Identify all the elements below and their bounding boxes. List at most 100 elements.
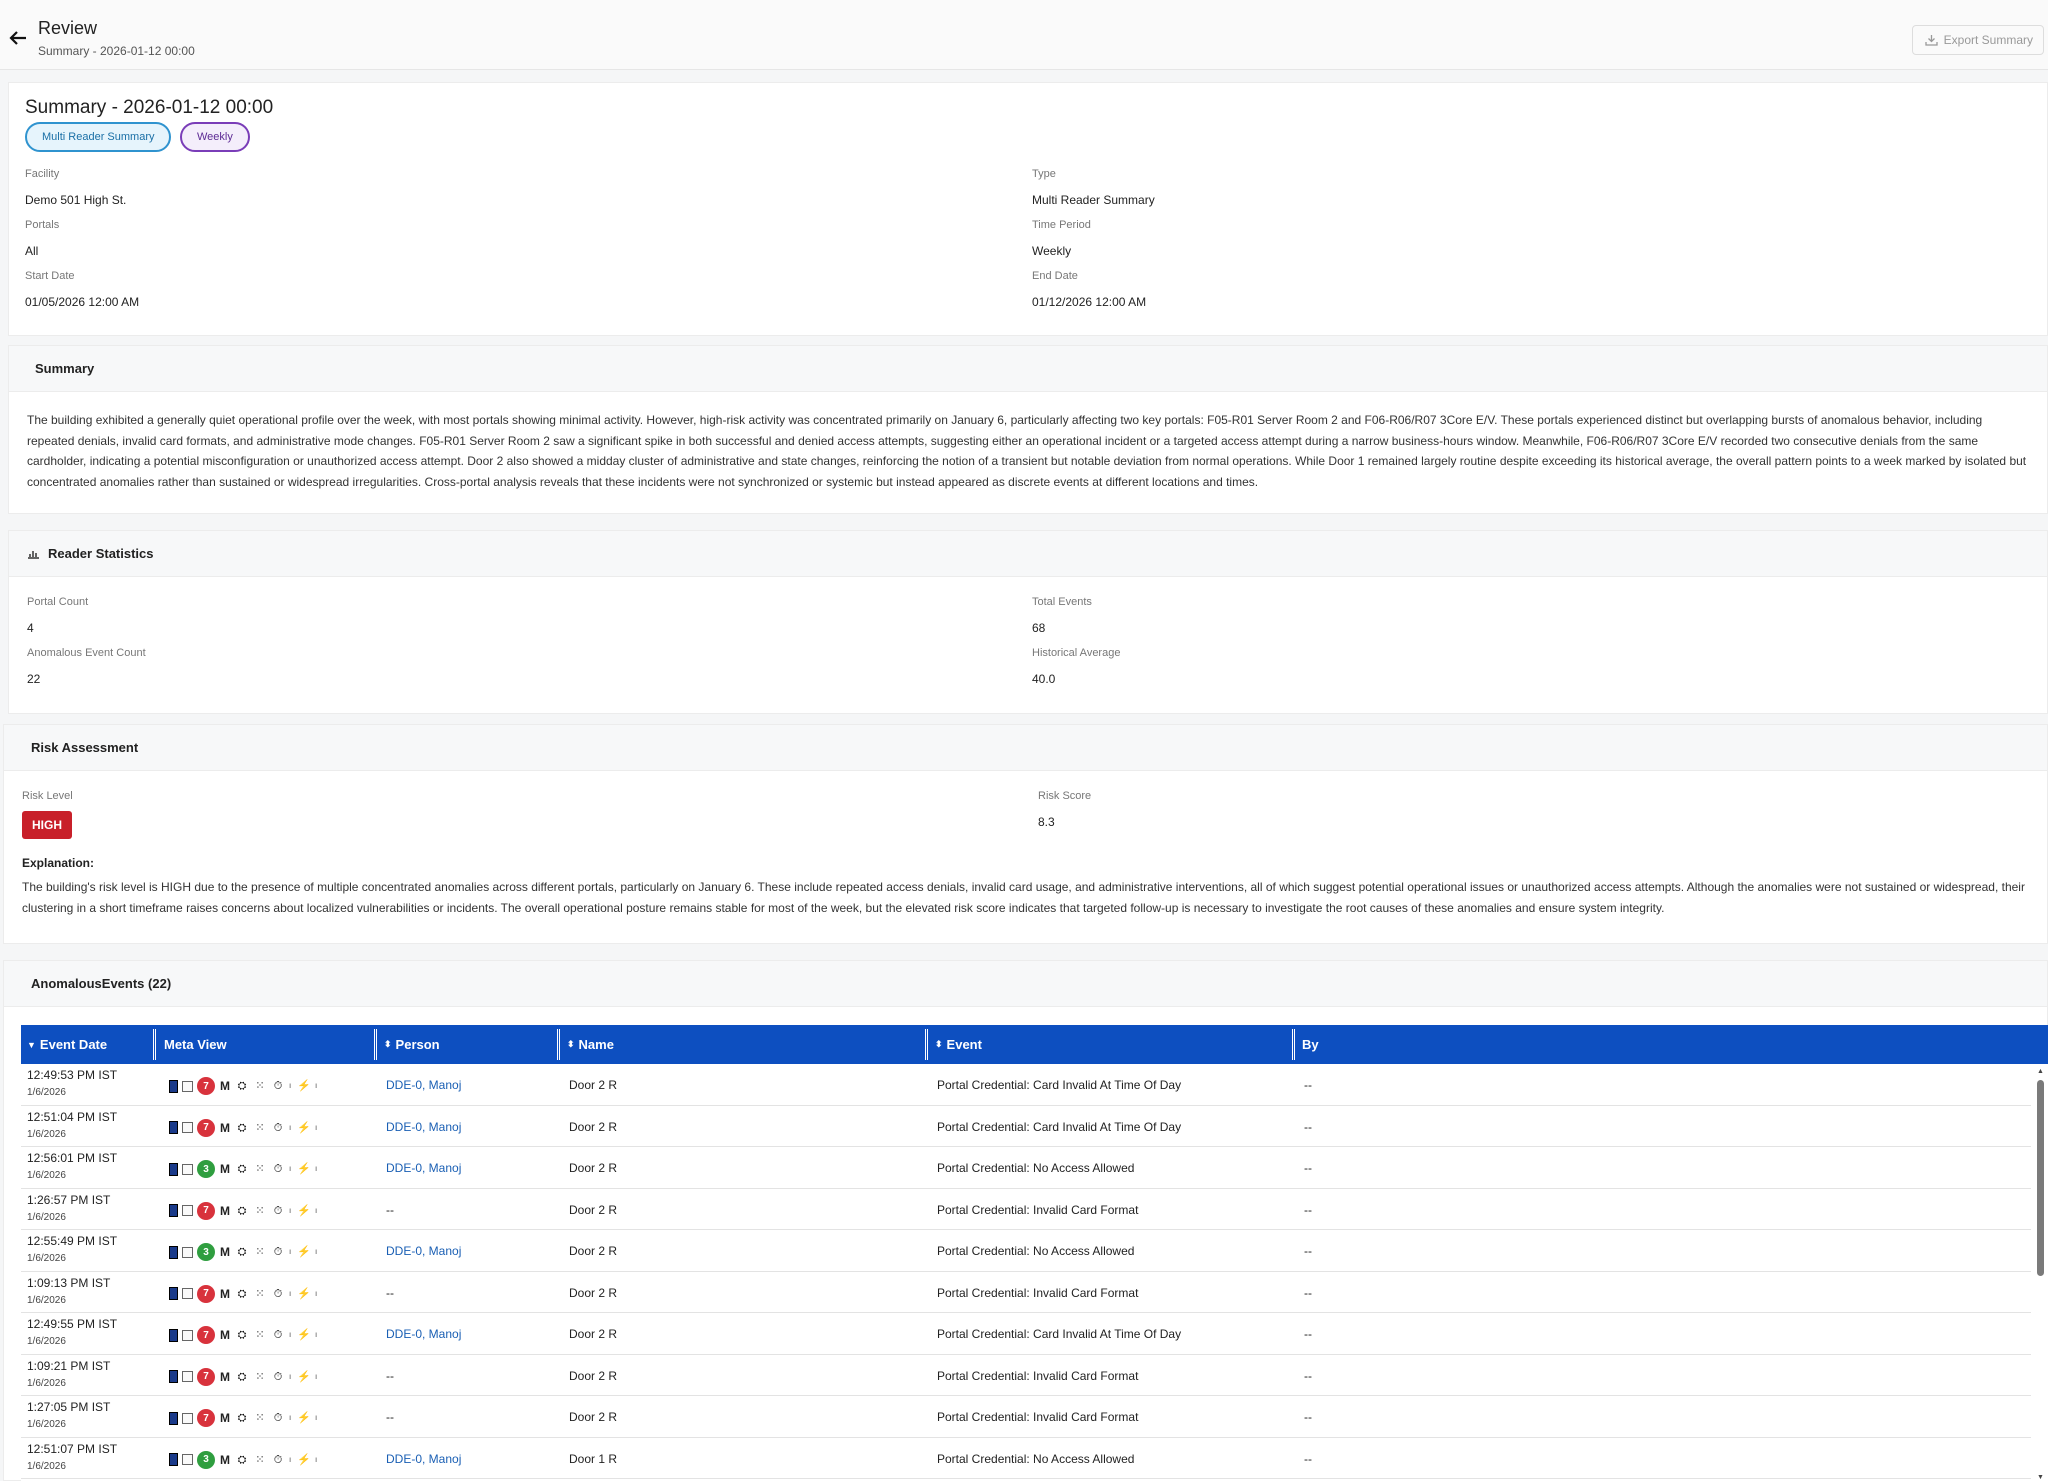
card-icon[interactable] <box>169 1204 178 1217</box>
column-header-event-date[interactable]: ▼ Event Date <box>27 1025 107 1064</box>
bolt-icon[interactable]: ⚡ <box>297 1454 311 1466</box>
keypad-icon[interactable]: ⁙ <box>253 1412 267 1424</box>
mode-m-icon[interactable]: M <box>219 1370 231 1384</box>
export-summary-button[interactable]: Export Summary <box>1911 25 2044 55</box>
image-icon[interactable] <box>182 1288 193 1299</box>
keypad-icon[interactable]: ⁙ <box>253 1288 267 1300</box>
card-icon[interactable] <box>169 1245 178 1259</box>
occurrence-count-badge[interactable]: 7 <box>197 1326 215 1344</box>
column-header-meta-view[interactable]: Meta View <box>164 1025 227 1064</box>
door-clock-icon[interactable]: ⏱ <box>271 1122 285 1134</box>
door-clock-icon[interactable]: ⏱ <box>271 1329 285 1341</box>
door-clock-icon[interactable]: ⏱ <box>271 1246 285 1258</box>
table-row[interactable]: 1:26:57 PM IST 1/6/2026 7 M ⛭ ⁙ ⏱ ı ⚡ ı -- Door 2 R… <box>21 1188 2031 1230</box>
table-row[interactable]: 12:49:53 PM IST 1/6/2026 7 M ⛭ ⁙ ⏱ ı ⚡ ı DDE-0, Ma… <box>21 1064 2031 1106</box>
mode-m-icon[interactable]: M <box>219 1411 231 1425</box>
keypad-icon[interactable]: ⁙ <box>253 1246 267 1258</box>
image-icon[interactable] <box>182 1246 193 1258</box>
keypad-icon[interactable]: ⁙ <box>253 1454 267 1466</box>
door-clock-icon[interactable]: ⏱ <box>271 1454 285 1466</box>
table-row[interactable]: 12:49:55 PM IST 1/6/2026 7 M ⛭ ⁙ ⏱ ı ⚡ ı DDE-0, Ma… <box>21 1313 2031 1355</box>
person-lock-icon[interactable]: ⛭ <box>235 1246 249 1258</box>
image-icon[interactable] <box>182 1080 193 1092</box>
person-lock-icon[interactable]: ⛭ <box>235 1288 249 1300</box>
mode-m-icon[interactable]: M <box>219 1121 231 1135</box>
image-icon[interactable] <box>182 1329 193 1341</box>
table-row[interactable]: 12:51:04 PM IST 1/6/2026 7 M ⛭ ⁙ ⏱ ı ⚡ ı DDE-0, Ma… <box>21 1105 2031 1147</box>
column-header-name[interactable]: ⬍ Name <box>567 1025 614 1064</box>
card-icon[interactable] <box>169 1162 178 1176</box>
bolt-icon[interactable]: ⚡ <box>297 1329 311 1341</box>
mode-m-icon[interactable]: M <box>219 1162 231 1176</box>
bolt-icon[interactable]: ⚡ <box>297 1205 311 1217</box>
occurrence-count-badge[interactable]: 3 <box>197 1160 215 1178</box>
grid-vertical-scrollbar[interactable]: ▲ ▼ <box>2037 1068 2045 1481</box>
keypad-icon[interactable]: ⁙ <box>253 1371 267 1383</box>
keypad-icon[interactable]: ⁙ <box>253 1163 267 1175</box>
column-resize-handle[interactable] <box>1292 1029 1295 1060</box>
door-clock-icon[interactable]: ⏱ <box>271 1080 285 1092</box>
mode-m-icon[interactable]: M <box>219 1079 231 1093</box>
bolt-icon[interactable]: ⚡ <box>297 1371 311 1383</box>
occurrence-count-badge[interactable]: 7 <box>197 1284 215 1303</box>
occurrence-count-badge[interactable]: 7 <box>197 1367 215 1386</box>
person-cell[interactable]: DDE-0, Manoj <box>386 1120 461 1134</box>
card-icon[interactable] <box>169 1287 178 1300</box>
door-clock-icon[interactable]: ⏱ <box>271 1412 285 1424</box>
image-icon[interactable] <box>182 1163 193 1175</box>
table-row[interactable]: 1:09:13 PM IST 1/6/2026 7 M ⛭ ⁙ ⏱ ı ⚡ ı -- Door 2 R… <box>21 1271 2031 1313</box>
occurrence-count-badge[interactable]: 7 <box>197 1118 215 1137</box>
scrollbar-thumb[interactable] <box>2037 1080 2044 1276</box>
door-clock-icon[interactable]: ⏱ <box>271 1288 285 1300</box>
table-row[interactable]: 12:56:01 PM IST 1/6/2026 3 M ⛭ ⁙ ⏱ ı ⚡ ı DDE-0, Ma… <box>21 1147 2031 1189</box>
table-row[interactable]: 1:27:05 PM IST 1/6/2026 7 M ⛭ ⁙ ⏱ ı ⚡ ı -- Door 2 R… <box>21 1396 2031 1438</box>
column-resize-handle[interactable] <box>557 1029 560 1060</box>
scroll-up-arrow-icon[interactable]: ▲ <box>2037 1068 2044 1075</box>
keypad-icon[interactable]: ⁙ <box>253 1205 267 1217</box>
occurrence-count-badge[interactable]: 3 <box>197 1450 215 1469</box>
occurrence-count-badge[interactable]: 7 <box>197 1077 215 1095</box>
person-cell[interactable]: DDE-0, Manoj <box>386 1078 461 1092</box>
person-lock-icon[interactable]: ⛭ <box>235 1080 249 1092</box>
card-icon[interactable] <box>169 1328 178 1342</box>
person-lock-icon[interactable]: ⛭ <box>235 1329 249 1341</box>
card-icon[interactable] <box>169 1121 178 1134</box>
keypad-icon[interactable]: ⁙ <box>253 1080 267 1092</box>
person-lock-icon[interactable]: ⛭ <box>235 1412 249 1424</box>
person-cell[interactable]: DDE-0, Manoj <box>386 1452 461 1466</box>
column-header-event[interactable]: ⬍ Event <box>935 1025 982 1064</box>
mode-m-icon[interactable]: M <box>219 1204 231 1218</box>
occurrence-count-badge[interactable]: 7 <box>197 1409 215 1427</box>
person-lock-icon[interactable]: ⛭ <box>235 1454 249 1466</box>
image-icon[interactable] <box>182 1205 193 1216</box>
person-lock-icon[interactable]: ⛭ <box>235 1122 249 1134</box>
image-icon[interactable] <box>182 1412 193 1424</box>
keypad-icon[interactable]: ⁙ <box>253 1329 267 1341</box>
card-icon[interactable] <box>169 1453 178 1466</box>
occurrence-count-badge[interactable]: 7 <box>197 1201 215 1220</box>
back-arrow-icon[interactable] <box>8 29 28 47</box>
image-icon[interactable] <box>182 1122 193 1133</box>
column-resize-handle[interactable] <box>925 1029 928 1060</box>
mode-m-icon[interactable]: M <box>219 1453 231 1467</box>
bolt-icon[interactable]: ⚡ <box>297 1246 311 1258</box>
bolt-icon[interactable]: ⚡ <box>297 1412 311 1424</box>
table-row[interactable]: 12:51:07 PM IST 1/6/2026 3 M ⛭ ⁙ ⏱ ı ⚡ ı DDE-0, Ma… <box>21 1437 2031 1479</box>
occurrence-count-badge[interactable]: 3 <box>197 1243 215 1261</box>
column-resize-handle[interactable] <box>374 1029 377 1060</box>
card-icon[interactable] <box>169 1411 178 1425</box>
column-header-by[interactable]: By <box>1302 1025 1319 1064</box>
bolt-icon[interactable]: ⚡ <box>297 1122 311 1134</box>
column-header-person[interactable]: ⬍ Person <box>384 1025 440 1064</box>
door-clock-icon[interactable]: ⏱ <box>271 1163 285 1175</box>
column-resize-handle[interactable] <box>153 1029 156 1060</box>
image-icon[interactable] <box>182 1454 193 1465</box>
person-cell[interactable]: DDE-0, Manoj <box>386 1244 461 1258</box>
person-lock-icon[interactable]: ⛭ <box>235 1205 249 1217</box>
person-lock-icon[interactable]: ⛭ <box>235 1371 249 1383</box>
mode-m-icon[interactable]: M <box>219 1245 231 1259</box>
table-row[interactable]: 1:09:21 PM IST 1/6/2026 7 M ⛭ ⁙ ⏱ ı ⚡ ı -- Door 2 R… <box>21 1354 2031 1396</box>
person-cell[interactable]: DDE-0, Manoj <box>386 1327 461 1341</box>
table-row[interactable]: 12:55:49 PM IST 1/6/2026 3 M ⛭ ⁙ ⏱ ı ⚡ ı DDE-0, Ma… <box>21 1230 2031 1272</box>
mode-m-icon[interactable]: M <box>219 1287 231 1301</box>
